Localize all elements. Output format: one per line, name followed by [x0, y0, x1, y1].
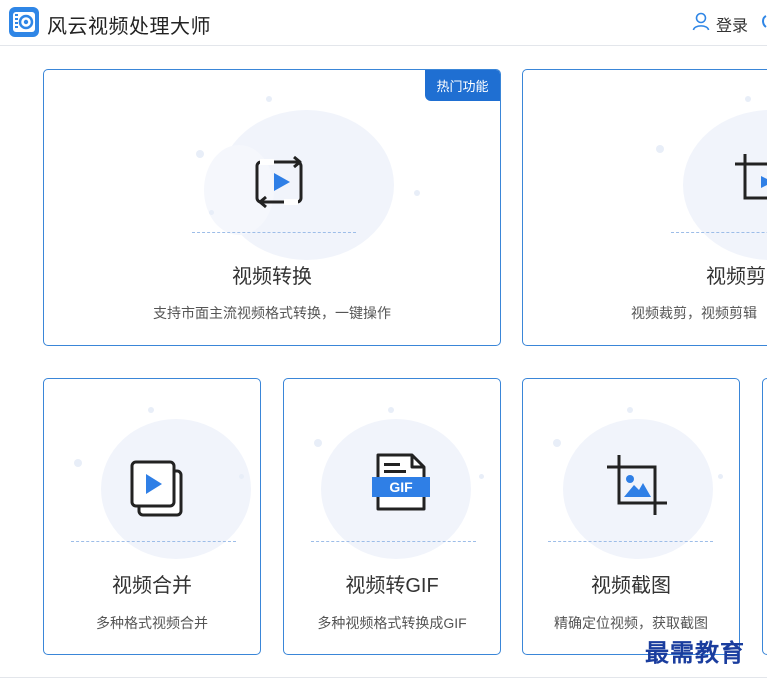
gif-file-icon: GIF	[370, 451, 432, 518]
card-video-merge[interactable]: 视频合并 多种格式视频合并	[43, 378, 261, 655]
login-label: 登录	[716, 17, 749, 35]
card-description: 支持市面主流视频格式转换，一键操作	[153, 305, 391, 321]
partial-toolbar-icon[interactable]	[760, 15, 767, 34]
watermark-text: 最需教育	[645, 638, 745, 667]
header-bar: 风云视频处理大师 登录	[0, 0, 767, 46]
app-title: 风云视频处理大师	[47, 16, 211, 38]
login-button[interactable]: 登录	[691, 11, 748, 36]
card-video-screenshot[interactable]: 视频截图 精确定位视频，获取截图	[522, 378, 740, 655]
card-description: 视频裁剪，视频剪辑	[631, 305, 757, 321]
user-icon	[691, 11, 711, 36]
card-video-convert[interactable]: 视频转换 支持市面主流视频格式转换，一键操作 热门功能	[43, 69, 501, 346]
card-video-crop[interactable]: 视频剪 视频裁剪，视频剪辑	[522, 69, 767, 346]
bottom-divider	[0, 677, 767, 678]
card-description: 精确定位视频，获取截图	[554, 615, 708, 631]
card-title: 视频剪	[706, 266, 766, 288]
card-description: 多种视频格式转换成GIF	[317, 615, 467, 631]
card-illustration	[523, 70, 767, 260]
card-title: 视频转GIF	[345, 575, 439, 597]
screenshot-crop-icon	[605, 453, 671, 522]
card-title: 视频转换	[232, 266, 312, 288]
card-video-to-gif[interactable]: GIF 视频转GIF 多种视频格式转换成GIF	[283, 378, 501, 655]
card-description: 多种格式视频合并	[96, 615, 208, 631]
app-window: 风云视频处理大师 登录 视频转换 支持市面主流视频格式转换，一键操作 热门功能 …	[0, 0, 767, 681]
card-title: 视频截图	[591, 575, 671, 597]
video-crop-icon	[733, 152, 767, 217]
video-merge-icon	[129, 459, 185, 524]
card-partial-right[interactable]	[762, 378, 767, 655]
card-title: 视频合并	[112, 575, 192, 597]
hot-feature-badge: 热门功能	[425, 70, 500, 101]
gif-label: GIF	[389, 479, 413, 495]
app-logo-icon	[9, 7, 39, 37]
video-convert-icon	[254, 154, 308, 215]
